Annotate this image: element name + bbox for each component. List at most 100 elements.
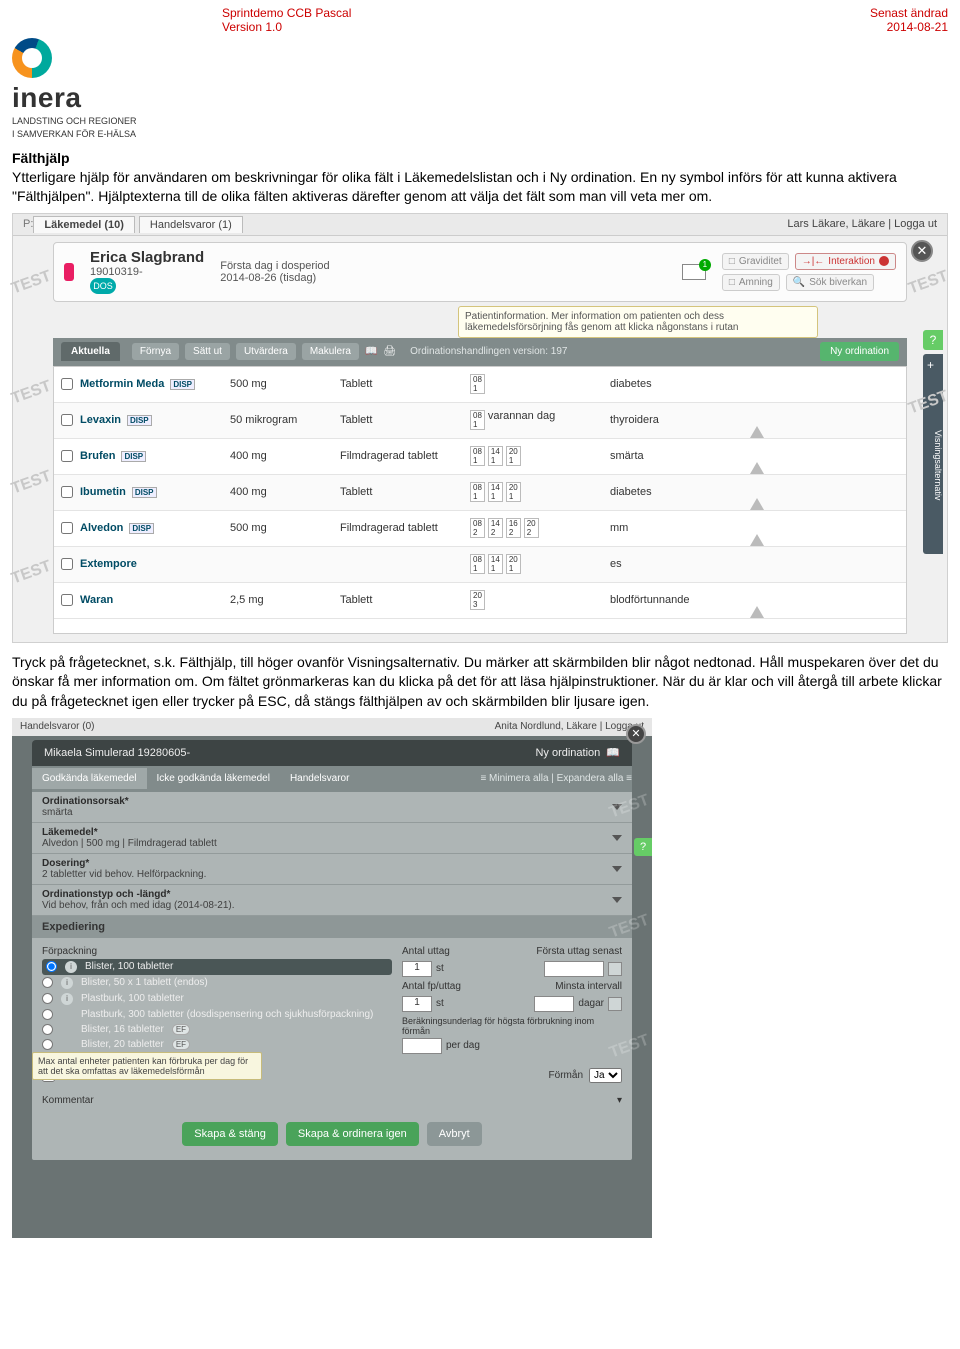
- med-schedule: 082142162202: [470, 518, 610, 538]
- btn-fornya[interactable]: Förnya: [132, 343, 179, 360]
- med-dose: 400 mg: [230, 450, 340, 462]
- table-row[interactable]: Extempore081141201 es: [54, 547, 906, 583]
- chevron-down-icon: [612, 897, 622, 903]
- antal-fp-input[interactable]: 1: [402, 996, 432, 1012]
- tab-handelsvaror[interactable]: Handelsvaror (1): [139, 216, 243, 233]
- row-checkbox[interactable]: [61, 522, 73, 534]
- pack-row[interactable]: iBlister, 50 x 1 tablett (endos): [42, 975, 392, 991]
- table-row[interactable]: Metformin Meda DISP500 mgTablett081 diab…: [54, 367, 906, 403]
- tab-godkanda[interactable]: Godkända läkemedel: [32, 768, 147, 789]
- screenshot-ny-ordination: Handelsvaror (0) Anita Nordlund, Läkare …: [12, 718, 652, 1238]
- pack-radio[interactable]: [42, 1039, 53, 1050]
- ef-badge: EF: [172, 1024, 190, 1035]
- book-icon[interactable]: 📖: [606, 746, 620, 759]
- row-checkbox[interactable]: [61, 558, 73, 570]
- warning-icon: [750, 414, 780, 426]
- row-checkbox[interactable]: [61, 414, 73, 426]
- med-name: Metformin Meda DISP: [80, 378, 230, 390]
- antal-uttag-input[interactable]: 1: [402, 961, 432, 977]
- tab-icke-godkanda[interactable]: Icke godkända läkemedel: [147, 768, 280, 789]
- minsta-intervall-input[interactable]: [534, 996, 574, 1012]
- pack-row[interactable]: Blister, 20 tabletterEF: [42, 1037, 392, 1052]
- field-dosering[interactable]: Dosering* 2 tabletter vid behov. Helförp…: [32, 854, 632, 885]
- pack-radio[interactable]: [42, 1009, 53, 1020]
- print-icon[interactable]: 🖨: [383, 346, 396, 357]
- info-icon[interactable]: i: [65, 961, 77, 973]
- patient-header[interactable]: Erica Slagbrand 19010319- DOS Första dag…: [53, 242, 907, 302]
- tab-handelsvaror[interactable]: Handelsvaror: [280, 768, 359, 789]
- table-row[interactable]: Waran2,5 mgTablett203 blodförtunnande: [54, 583, 906, 619]
- med-dose: 2,5 mg: [230, 594, 340, 606]
- btn-ny-ordination[interactable]: Ny ordination: [820, 342, 899, 361]
- help-button[interactable]: ?: [634, 838, 652, 856]
- s2-patient-header: Mikaela Simulerad 19280605- Ny ordinatio…: [32, 740, 632, 766]
- user-line[interactable]: Lars Läkare, Läkare | Logga ut: [787, 218, 937, 230]
- pack-row[interactable]: iPlastburk, 100 tabletter: [42, 991, 392, 1007]
- pack-row[interactable]: Plastburk, 300 tabletter (dosdispenserin…: [42, 1007, 392, 1022]
- btn-makulera[interactable]: Makulera: [302, 343, 359, 360]
- logo-block: inera LANDSTING OCH REGIONER I SAMVERKAN…: [0, 38, 960, 150]
- modified-label: Senast ändrad: [870, 6, 948, 20]
- pack-radio[interactable]: [42, 1024, 53, 1035]
- warning-icon: [750, 594, 780, 606]
- chevron-down-icon: [612, 804, 622, 810]
- btn-avbryt[interactable]: Avbryt: [427, 1122, 482, 1146]
- table-row[interactable]: Brufen DISP400 mgFilmdragerad tablett081…: [54, 439, 906, 475]
- table-row[interactable]: Alvedon DISP500 mgFilmdragerad tablett08…: [54, 511, 906, 547]
- pack-radio[interactable]: [46, 961, 57, 972]
- pack-row[interactable]: Blister, 16 tabletterEF: [42, 1022, 392, 1037]
- visningsalternativ-panel[interactable]: Visningsalternativ: [923, 354, 943, 554]
- s2-tab-handel[interactable]: Handelsvaror (0): [20, 721, 94, 732]
- med-name: Waran: [80, 594, 230, 606]
- btn-skapa-igen[interactable]: Skapa & ordinera igen: [286, 1122, 419, 1146]
- forsta-uttag-input[interactable]: [544, 961, 604, 977]
- warning-icon: [750, 522, 780, 534]
- med-indication: smärta: [610, 450, 750, 462]
- info-icon[interactable]: i: [61, 977, 73, 989]
- s2-user-line[interactable]: Anita Nordlund, Läkare | Logga ut: [495, 721, 644, 732]
- calendar-icon[interactable]: [608, 962, 622, 976]
- pack-list: Förpackning iBlister, 100 tabletteriBlis…: [42, 946, 392, 1054]
- close-icon[interactable]: ✕: [911, 240, 933, 262]
- med-form: Tablett: [340, 486, 470, 498]
- row-checkbox[interactable]: [61, 378, 73, 390]
- tab-lakemedel[interactable]: Läkemedel (10): [33, 216, 134, 233]
- top-tabs-bar: P: Läkemedel (10) Handelsvaror (1) Lars …: [13, 214, 947, 236]
- table-row[interactable]: Ibumetin DISP400 mgTablett081141201 diab…: [54, 475, 906, 511]
- btn-skapa-stang[interactable]: Skapa & stäng: [182, 1122, 278, 1146]
- field-ordinationstyp[interactable]: Ordinationstyp och -längd* Vid behov, fr…: [32, 885, 632, 916]
- pack-row[interactable]: i Blister, 100 tabletter: [42, 959, 392, 975]
- tab-aktuella[interactable]: Aktuella: [61, 342, 120, 361]
- pack-label: Blister, 100 tabletter: [85, 961, 173, 972]
- pack-radio[interactable]: [42, 977, 53, 988]
- graviditet-badge[interactable]: □ Graviditet: [722, 253, 789, 270]
- pack-radio[interactable]: [42, 993, 53, 1004]
- minimize-expand-all[interactable]: ≡ Minimera alla | Expandera alla ≡: [480, 773, 632, 784]
- dropdown-icon[interactable]: [608, 997, 622, 1011]
- paragraph-1: Ytterligare hjälp för användaren om besk…: [12, 168, 948, 207]
- med-schedule: 081: [470, 374, 610, 394]
- row-checkbox[interactable]: [61, 594, 73, 606]
- book-icon[interactable]: 📖: [365, 346, 377, 357]
- per-day-input[interactable]: [402, 1038, 442, 1054]
- kommentar-field[interactable]: Kommentar ▾: [32, 1089, 632, 1112]
- row-checkbox[interactable]: [61, 450, 73, 462]
- field-ordinationsorsak[interactable]: Ordinationsorsak* smärta: [32, 792, 632, 823]
- sok-biverkan-button[interactable]: 🔍 Sök biverkan: [786, 274, 874, 291]
- btn-utvardera[interactable]: Utvärdera: [236, 343, 296, 360]
- help-button[interactable]: ?: [923, 330, 943, 350]
- close-icon[interactable]: ✕: [626, 724, 646, 744]
- field-lakemedel[interactable]: Läkemedel* Alvedon | 500 mg | Filmdrager…: [32, 823, 632, 854]
- med-schedule: 081141201: [470, 482, 610, 502]
- expediering-header[interactable]: Expediering: [32, 916, 632, 938]
- btn-sattut[interactable]: Sätt ut: [185, 343, 230, 360]
- amning-badge[interactable]: □ Amning: [722, 274, 780, 291]
- forman-select[interactable]: Ja: [589, 1068, 622, 1083]
- table-row[interactable]: Levaxin DISP50 mikrogramTablett081 varan…: [54, 403, 906, 439]
- mail-icon[interactable]: [682, 264, 706, 280]
- med-form: Tablett: [340, 594, 470, 606]
- row-checkbox[interactable]: [61, 486, 73, 498]
- med-indication: blodförtunnande: [610, 594, 750, 606]
- interaction-badge[interactable]: →|← Interaktion: [795, 253, 896, 270]
- info-icon[interactable]: i: [61, 993, 73, 1005]
